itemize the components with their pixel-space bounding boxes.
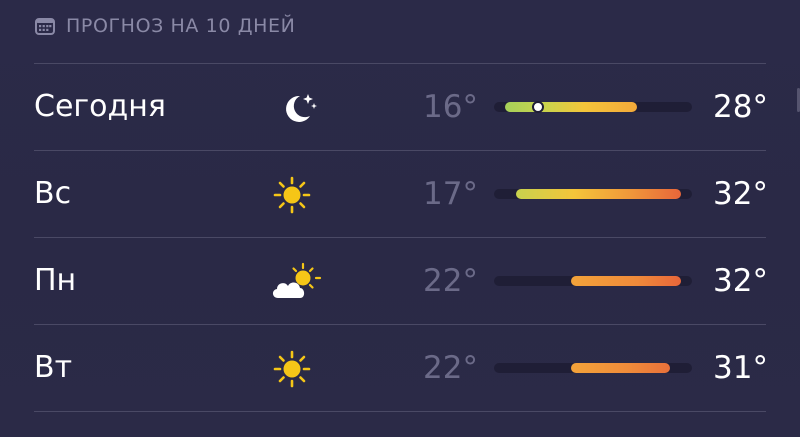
- high-temp: 32°: [713, 263, 768, 299]
- partly-cloudy-icon: [272, 262, 322, 298]
- day-label: Пн: [34, 263, 77, 298]
- current-temp-marker: [532, 101, 544, 113]
- temperature-range-bar: [494, 276, 692, 286]
- temperature-range-bar: [494, 363, 692, 373]
- high-temp: 28°: [713, 89, 768, 125]
- forecast-row-monday[interactable]: Пн 22° 32°: [0, 238, 800, 324]
- sun-icon: [273, 176, 311, 214]
- low-temp: 22°: [423, 263, 478, 299]
- forecast-title: ПРОГНОЗ НА 10 ДНЕЙ: [66, 15, 296, 37]
- temperature-range-fill: [571, 276, 681, 286]
- temperature-range-fill: [516, 189, 681, 199]
- low-temp: 22°: [423, 350, 478, 386]
- low-temp: 17°: [423, 176, 478, 212]
- temperature-range-fill: [571, 363, 670, 373]
- high-temp: 31°: [713, 350, 768, 386]
- forecast-panel: ПРОГНОЗ НА 10 ДНЕЙ Сегодня 16° 28° Вс 17…: [0, 0, 800, 437]
- forecast-row-today[interactable]: Сегодня 16° 28°: [0, 64, 800, 150]
- forecast-row-tuesday[interactable]: Вт 22° 31°: [0, 325, 800, 411]
- moon-stars-icon: [286, 94, 317, 122]
- temperature-range-bar: [494, 102, 692, 112]
- day-label: Вс: [34, 176, 72, 211]
- day-label: Сегодня: [34, 89, 166, 124]
- forecast-row-sunday[interactable]: Вс 17° 32°: [0, 151, 800, 237]
- temperature-range-fill: [505, 102, 637, 112]
- high-temp: 32°: [713, 176, 768, 212]
- forecast-header: ПРОГНОЗ НА 10 ДНЕЙ: [34, 11, 295, 41]
- calendar-icon: [35, 18, 55, 35]
- temperature-range-bar: [494, 189, 692, 199]
- low-temp: 16°: [423, 89, 478, 125]
- sun-icon: [273, 350, 311, 388]
- divider: [34, 411, 766, 412]
- day-label: Вт: [34, 350, 73, 385]
